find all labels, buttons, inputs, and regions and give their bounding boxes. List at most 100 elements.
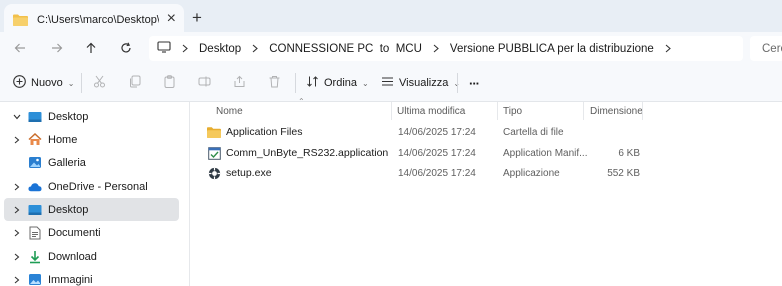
nav-item-desktop[interactable]: Desktop: [4, 198, 179, 221]
onedrive-icon: [28, 180, 42, 194]
nav-label: Download: [48, 250, 97, 263]
view-button[interactable]: Visualizza ⌄: [381, 75, 460, 91]
file-row[interactable]: Comm_UnByte_RS232.application 14/06/2025…: [200, 143, 660, 163]
plus-circle-icon: [13, 75, 26, 91]
file-name: setup.exe: [226, 167, 272, 179]
column-divider[interactable]: [391, 102, 392, 120]
chevron-right-icon[interactable]: [12, 276, 22, 284]
more-options-button[interactable]: ···: [469, 75, 480, 91]
tab-bar: C:\Users\marco\Desktop\CON × +: [0, 0, 782, 36]
nav-item-onedrive[interactable]: OneDrive - Personal: [4, 175, 179, 198]
search-input[interactable]: Cerca: [750, 36, 782, 61]
nav-item-immagini[interactable]: Immagini: [4, 268, 179, 286]
delete-button[interactable]: [268, 75, 281, 91]
folder-icon: [13, 14, 28, 26]
file-modified: 14/06/2025 17:24: [398, 167, 476, 179]
clipboard-icon: [163, 75, 176, 91]
tab-title: C:\Users\marco\Desktop\CON: [37, 14, 159, 26]
chevron-right-icon[interactable]: [12, 229, 22, 237]
column-header-modified[interactable]: Ultima modifica: [397, 102, 465, 120]
address-row: Desktop CONNESSIONE PC to MCU Versione P…: [0, 32, 782, 64]
share-button[interactable]: [233, 75, 246, 91]
chevron-right-icon[interactable]: [12, 206, 22, 214]
nav-label: Desktop: [48, 203, 89, 216]
nav-label: Documenti: [48, 226, 101, 239]
nav-item-documenti[interactable]: Documenti: [4, 221, 179, 244]
column-divider[interactable]: [497, 102, 498, 120]
navigation-pane: Desktop Home Galleria OneDrive - Persona…: [0, 102, 190, 286]
monitor-icon: [157, 41, 171, 56]
application-manifest-icon: [207, 146, 221, 160]
file-name: Comm_UnByte_RS232.application: [226, 147, 389, 159]
pictures-icon: [28, 273, 42, 286]
file-size: 552 KB: [607, 167, 640, 179]
cut-button[interactable]: [93, 75, 106, 91]
column-divider[interactable]: [642, 102, 643, 120]
sort-ascending-icon: ⌃: [298, 97, 305, 106]
chevron-right-icon[interactable]: [12, 253, 22, 261]
nav-label: Galleria: [48, 156, 86, 169]
column-header-name[interactable]: Nome: [216, 102, 243, 120]
chevron-down-icon: ⌄: [67, 78, 75, 88]
view-list-icon: [381, 75, 394, 91]
paste-button[interactable]: [163, 75, 176, 91]
breadcrumb-connessione[interactable]: CONNESSIONE PC to MCU: [269, 43, 422, 55]
nav-label: Desktop: [48, 110, 89, 123]
rename-icon: [198, 75, 211, 91]
new-tab-button[interactable]: +: [192, 9, 202, 26]
sort-icon: [306, 75, 319, 91]
file-size: 6 KB: [618, 147, 640, 159]
file-modified: 14/06/2025 17:24: [398, 126, 476, 138]
breadcrumb-desktop[interactable]: Desktop: [199, 43, 241, 55]
file-modified: 14/06/2025 17:24: [398, 147, 476, 159]
column-header-type[interactable]: Tipo: [503, 102, 522, 120]
copy-icon: [128, 75, 141, 91]
scissors-icon: [93, 75, 106, 91]
chevron-right-icon: [665, 44, 671, 53]
breadcrumb-versione-pubblica[interactable]: Versione PUBBLICA per la distribuzione: [450, 43, 654, 55]
copy-button[interactable]: [128, 75, 141, 91]
rename-button[interactable]: [198, 75, 211, 91]
file-size: [560, 122, 640, 142]
chevron-right-icon: [433, 44, 439, 53]
nav-label: Home: [48, 133, 78, 146]
home-icon: [28, 133, 42, 147]
chevron-down-icon[interactable]: [12, 114, 22, 120]
download-icon: [28, 250, 42, 264]
gallery-icon: [28, 156, 42, 170]
close-tab-button[interactable]: ×: [167, 11, 176, 27]
address-bar[interactable]: Desktop CONNESSIONE PC to MCU Versione P…: [149, 36, 743, 61]
file-type: Applicazione: [503, 167, 560, 179]
documents-icon: [28, 226, 42, 240]
nav-item-home[interactable]: Home: [4, 128, 179, 151]
sort-label: Ordina: [324, 77, 358, 89]
nav-label: OneDrive - Personal: [48, 180, 148, 193]
new-label: Nuovo: [31, 77, 63, 89]
forward-button[interactable]: [47, 38, 67, 58]
view-label: Visualizza: [399, 77, 449, 89]
nav-item-desktop-root[interactable]: Desktop: [4, 105, 179, 128]
desktop-icon: [28, 110, 42, 124]
file-list: ⌃ Nome Ultima modifica Tipo Dimensione A…: [190, 97, 782, 286]
chevron-right-icon[interactable]: [12, 183, 22, 191]
column-header-size[interactable]: Dimensione: [590, 102, 643, 120]
sort-button[interactable]: Ordina ⌄: [306, 75, 369, 91]
new-button[interactable]: Nuovo ⌄: [13, 75, 75, 91]
file-row[interactable]: Application Files 14/06/2025 17:24 Carte…: [200, 122, 660, 142]
refresh-icon: [120, 42, 132, 54]
share-icon: [233, 75, 246, 91]
chevron-right-icon: [182, 44, 188, 53]
column-divider[interactable]: [583, 102, 584, 120]
nav-item-download[interactable]: Download: [4, 245, 179, 268]
arrow-up-icon: [85, 42, 97, 54]
chevron-right-icon[interactable]: [12, 136, 22, 144]
folder-icon: [207, 125, 221, 139]
desktop-icon: [28, 203, 42, 217]
file-row[interactable]: setup.exe 14/06/2025 17:24 Applicazione …: [200, 163, 660, 183]
up-button[interactable]: [81, 38, 101, 58]
file-type: Cartella di file: [503, 126, 564, 138]
nav-item-gallery[interactable]: Galleria: [4, 151, 179, 174]
back-button[interactable]: [10, 38, 30, 58]
arrow-right-icon: [51, 42, 63, 54]
refresh-button[interactable]: [116, 38, 136, 58]
